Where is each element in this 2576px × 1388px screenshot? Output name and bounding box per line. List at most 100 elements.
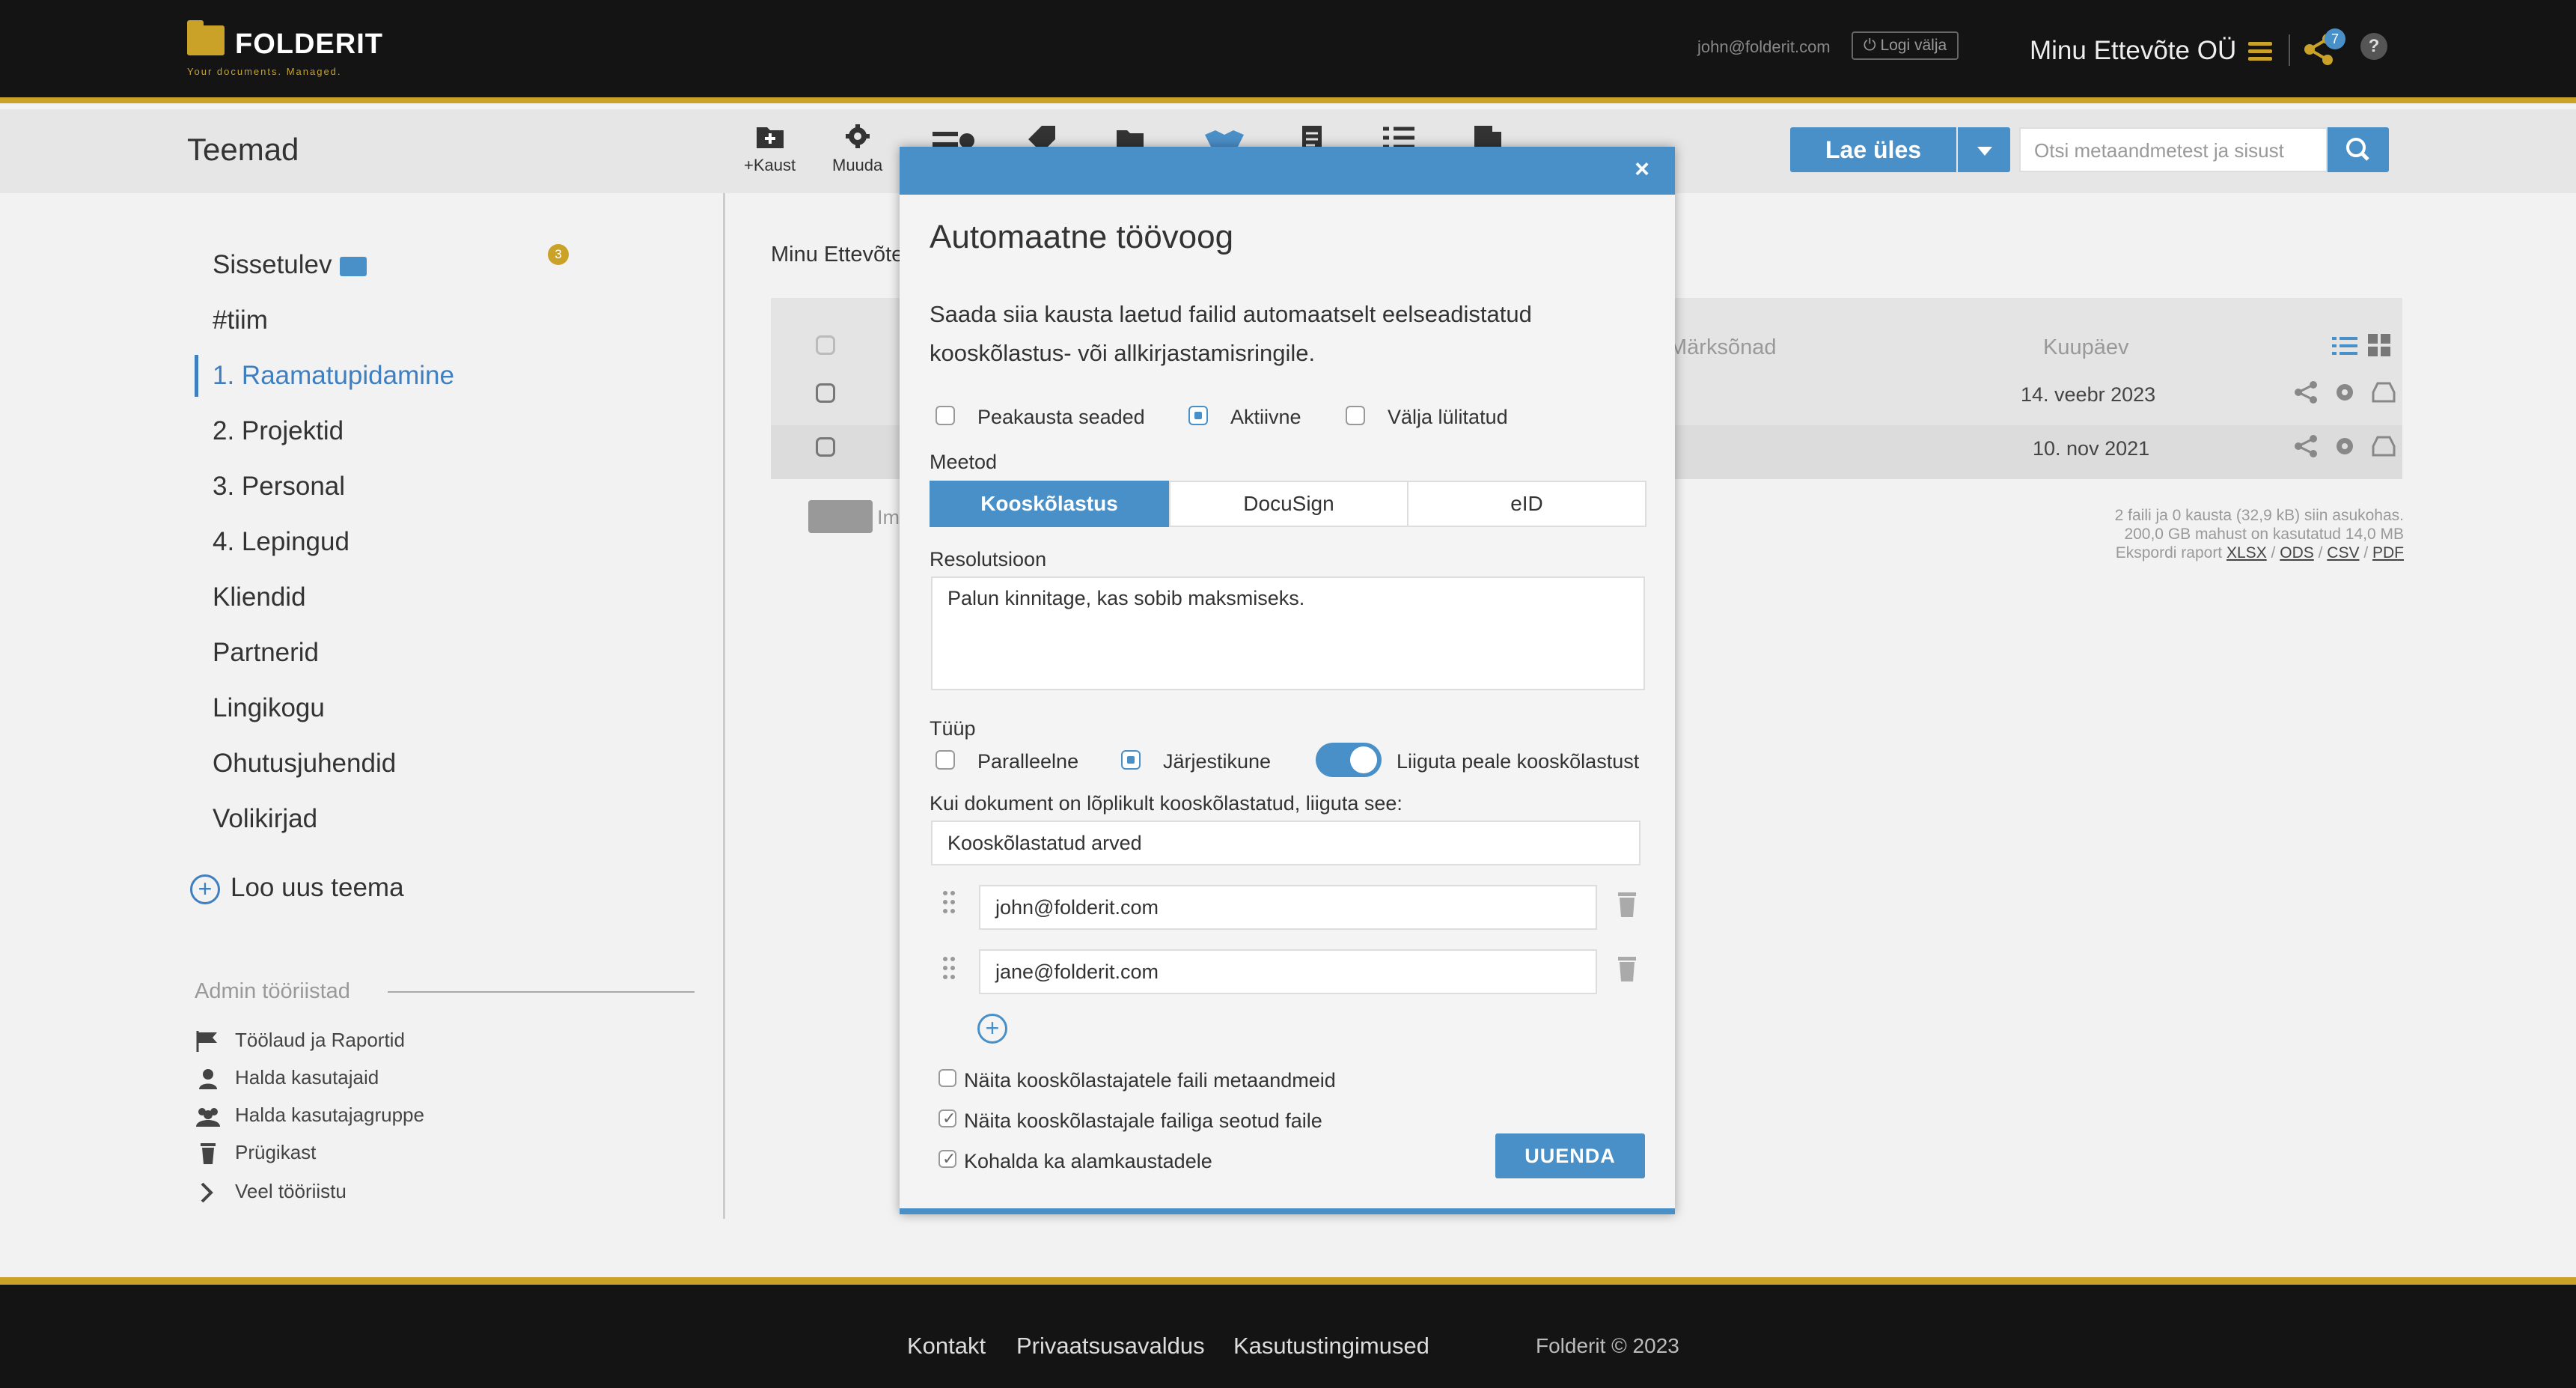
summary-export: Ekspordi raport XLSX / ODS / CSV / PDF <box>1617 544 2404 562</box>
sidebar-item-tiim[interactable]: #tiim <box>213 305 268 335</box>
sidebar-item-projektid[interactable]: 2. Projektid <box>213 416 344 446</box>
export-ods-link[interactable]: ODS <box>2280 544 2314 561</box>
status-active-radio[interactable] <box>1188 406 1208 425</box>
footer-privacy-link[interactable]: Privaatsusavaldus <box>1016 1333 1205 1360</box>
select-all-checkbox[interactable] <box>816 335 835 355</box>
gear-icon <box>845 124 870 148</box>
invite-text: Im <box>877 506 900 529</box>
new-folder-button[interactable]: +Kaust <box>744 123 796 175</box>
separator: / <box>2363 544 2369 561</box>
admin-item-groups[interactable]: Halda kasutajagruppe <box>195 1104 424 1127</box>
admin-item-users[interactable]: Halda kasutajaid <box>195 1066 379 1090</box>
show-related-files-checkbox[interactable] <box>938 1109 956 1128</box>
type-parallel-label: Paralleelne <box>977 750 1079 773</box>
show-metadata-checkbox[interactable] <box>938 1069 956 1087</box>
column-header-date[interactable]: Kuupäev <box>2043 335 2129 360</box>
admin-item-more-tools[interactable]: Veel tööriistu <box>195 1180 347 1203</box>
logo-name: FOLDERIT <box>235 28 383 60</box>
invite-mail-button[interactable] <box>808 500 873 533</box>
approver-email-input[interactable]: john@folderit.com <box>979 885 1597 930</box>
help-icon[interactable]: ? <box>2360 33 2387 60</box>
move-after-approval-toggle[interactable] <box>1316 743 1382 777</box>
edit-label: Muuda <box>832 156 883 174</box>
gear-icon[interactable] <box>2332 434 2357 458</box>
inbox-icon[interactable] <box>2371 434 2396 458</box>
logout-label: Logi välja <box>1880 37 1947 54</box>
export-csv-link[interactable]: CSV <box>2327 544 2359 561</box>
export-pdf-link[interactable]: PDF <box>2372 544 2404 561</box>
footer: Kontakt Privaatsusavaldus Kasutustingimu… <box>0 1277 2576 1388</box>
move-after-approval-label: Liiguta peale kooskõlastust <box>1397 750 1640 773</box>
logo-tagline: Your documents. Managed. <box>187 66 342 77</box>
share-icon[interactable] <box>2293 434 2319 458</box>
resolution-textarea[interactable]: Palun kinnitage, kas sobib maksmiseks. <box>931 576 1645 690</box>
trash-icon[interactable] <box>1617 955 1638 982</box>
inbox-icon[interactable] <box>2371 380 2396 404</box>
row-checkbox[interactable] <box>816 383 835 403</box>
move-to-folder-input[interactable]: Kooskõlastatud arved <box>931 821 1640 865</box>
approver-email-input[interactable]: jane@folderit.com <box>979 949 1597 994</box>
column-header-keywords[interactable]: Märksõnad <box>1669 335 1776 360</box>
footer-terms-link[interactable]: Kasutustingimused <box>1233 1333 1429 1360</box>
new-theme-label: Loo uus teema <box>231 873 404 902</box>
breadcrumb[interactable]: Minu Ettevõte <box>771 243 903 267</box>
apply-subfolders-checkbox[interactable] <box>938 1149 956 1169</box>
flag-icon <box>196 1031 217 1053</box>
sidebar-item-lingikogu[interactable]: Lingikogu <box>213 693 325 723</box>
close-icon[interactable]: × <box>1626 153 1658 186</box>
row-date: 14. veebr 2023 <box>2021 383 2156 406</box>
sidebar-item-kliendid[interactable]: Kliendid <box>213 582 306 612</box>
company-selector[interactable]: Minu Ettevõte OÜ <box>2030 36 2236 66</box>
add-approver-plus-icon[interactable]: + <box>977 1014 1007 1044</box>
inbox-badge: 3 <box>548 244 569 265</box>
drag-handle-icon[interactable] <box>943 955 958 985</box>
sidebar-item-lepingud[interactable]: 4. Lepingud <box>213 527 350 557</box>
summary-files: 2 faili ja 0 kausta (32,9 kB) siin asuko… <box>2114 507 2404 524</box>
sidebar-item-personal[interactable]: 3. Personal <box>213 472 345 502</box>
sidebar-divider <box>723 193 725 1219</box>
status-active-label: Aktiivne <box>1230 406 1301 428</box>
folder-plus-icon <box>756 127 784 148</box>
export-xlsx-link[interactable]: XLSX <box>2226 544 2267 561</box>
new-theme-button[interactable]: + Loo uus teema <box>190 873 404 904</box>
gear-icon[interactable] <box>2332 380 2357 404</box>
page-title: Teemad <box>187 132 299 167</box>
grid-view-icon[interactable] <box>2368 334 2390 356</box>
status-inherit-label: Peakausta seaded <box>977 406 1145 428</box>
update-button[interactable]: UUENDA <box>1495 1133 1645 1178</box>
logout-button[interactable]: ⏻ Logi välja <box>1852 31 1959 60</box>
search-input[interactable]: Otsi metaandmetest ja sisust <box>2019 127 2328 172</box>
sidebar-item-partnerid[interactable]: Partnerid <box>213 638 319 668</box>
resolution-label: Resolutsioon <box>930 548 1047 570</box>
list-view-icon[interactable] <box>2332 334 2362 358</box>
sidebar-item-ohutusjuhendid[interactable]: Ohutusjuhendid <box>213 749 396 779</box>
active-indicator <box>195 355 198 397</box>
drag-handle-icon[interactable] <box>943 889 958 919</box>
type-parallel-radio[interactable] <box>936 750 955 770</box>
admin-item-trash[interactable]: Prügikast <box>195 1141 316 1165</box>
modal-title: Automaatne töövoog <box>930 219 1234 255</box>
type-sequential-radio[interactable] <box>1121 750 1141 770</box>
method-tab-eid[interactable]: eID <box>1407 481 1646 527</box>
new-folder-label: +Kaust <box>744 156 796 174</box>
sidebar-item-inbox[interactable]: Sissetulev <box>213 250 367 280</box>
separator: / <box>2271 544 2276 561</box>
menu-icon[interactable] <box>2248 42 2272 61</box>
method-label: Meetod <box>930 451 998 473</box>
method-tab-kooskolastus[interactable]: Kooskõlastus <box>930 481 1169 527</box>
sidebar-item-volikirjad[interactable]: Volikirjad <box>213 804 317 834</box>
search-button[interactable] <box>2328 127 2389 172</box>
row-checkbox[interactable] <box>816 437 835 457</box>
sidebar: Sissetulev 3 #tiim 1. Raamatupidamine 2.… <box>187 193 726 1219</box>
trash-icon[interactable] <box>1617 891 1638 918</box>
sidebar-item-raamatupidamine[interactable]: 1. Raamatupidamine <box>213 361 454 391</box>
method-tab-docusign[interactable]: DocuSign <box>1169 481 1408 527</box>
status-disabled-radio[interactable] <box>1346 406 1365 425</box>
edit-button[interactable]: Muuda <box>832 123 882 175</box>
upload-dropdown-button[interactable] <box>1958 127 2010 172</box>
footer-contact-link[interactable]: Kontakt <box>907 1333 986 1360</box>
admin-item-dashboard[interactable]: Töölaud ja Raportid <box>195 1029 405 1053</box>
share-icon[interactable] <box>2293 380 2319 404</box>
upload-button[interactable]: Lae üles <box>1790 127 1956 172</box>
status-inherit-radio[interactable] <box>936 406 955 425</box>
